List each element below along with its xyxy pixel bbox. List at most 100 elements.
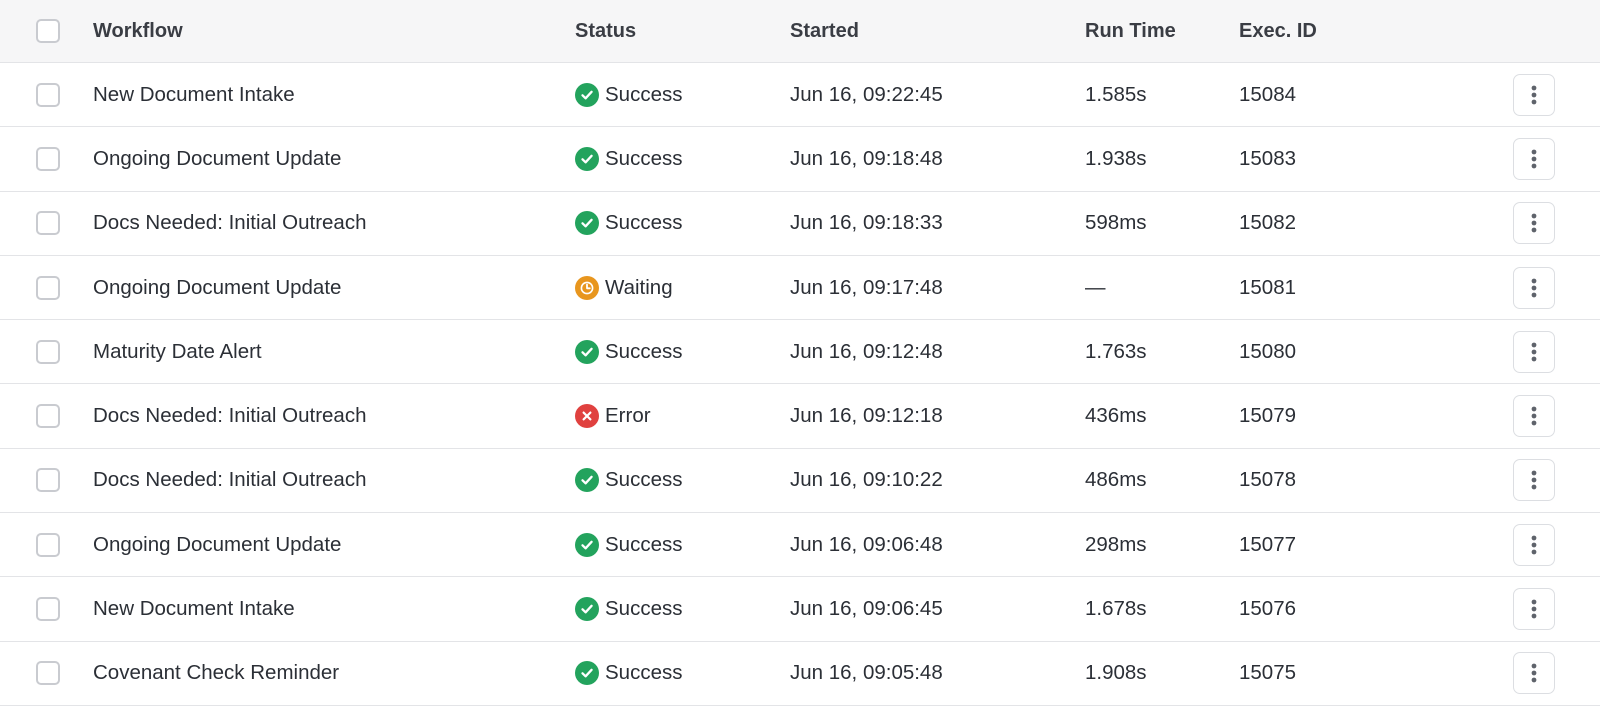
row-checkbox[interactable] (36, 597, 60, 622)
more-vertical-icon (1531, 149, 1537, 169)
table-row[interactable]: Ongoing Document Update Waiting Jun 16, … (0, 256, 1600, 321)
started-time: Jun 16, 09:05:48 (790, 661, 943, 685)
status-cell: Success (575, 513, 682, 576)
table-row[interactable]: New Document Intake Success Jun 16, 09:0… (0, 577, 1600, 642)
column-header-run-time[interactable]: Run Time (1085, 0, 1176, 62)
workflow-name[interactable]: Ongoing Document Update (93, 513, 341, 576)
row-checkbox-cell (36, 63, 60, 126)
status-cell: Success (575, 642, 682, 705)
check-circle-icon (575, 532, 599, 557)
status-cell: Success (575, 577, 682, 640)
workflow-name[interactable]: Ongoing Document Update (93, 127, 341, 190)
table-row[interactable]: Ongoing Document Update Success Jun 16, … (0, 513, 1600, 578)
row-checkbox-cell (36, 256, 60, 319)
row-checkbox-cell (36, 449, 60, 512)
header-checkbox-cell (36, 0, 60, 62)
row-checkbox[interactable] (36, 339, 60, 364)
row-actions-cell (1513, 192, 1555, 255)
x-circle-icon (575, 404, 599, 429)
row-checkbox[interactable] (36, 211, 60, 236)
row-actions-button[interactable] (1513, 395, 1555, 438)
workflow-name[interactable]: Docs Needed: Initial Outreach (93, 192, 366, 255)
workflow-name[interactable]: Maturity Date Alert (93, 320, 262, 383)
row-checkbox[interactable] (36, 82, 60, 107)
exec-id: 15076 (1239, 597, 1297, 621)
started-time: Jun 16, 09:06:45 (790, 597, 943, 621)
table-row[interactable]: Maturity Date Alert Success Jun 16, 09:1… (0, 320, 1600, 385)
started-time: Jun 16, 09:18:33 (790, 211, 943, 235)
workflow-name[interactable]: New Document Intake (93, 63, 295, 126)
workflow-name[interactable]: Covenant Check Reminder (93, 642, 339, 705)
more-vertical-icon (1531, 535, 1537, 555)
row-actions-cell (1513, 63, 1555, 126)
status-cell: Waiting (575, 256, 673, 319)
row-checkbox[interactable] (36, 661, 60, 686)
row-actions-button[interactable] (1513, 137, 1555, 180)
select-all-checkbox[interactable] (36, 19, 60, 43)
more-vertical-icon (1531, 342, 1537, 362)
status-label: Success (605, 468, 683, 492)
run-time: 1.678s (1085, 597, 1147, 621)
row-actions-cell (1513, 256, 1555, 319)
exec-id: 15081 (1239, 275, 1297, 299)
row-checkbox[interactable] (36, 532, 60, 557)
column-header-exec-id[interactable]: Exec. ID (1239, 0, 1317, 62)
column-header-workflow[interactable]: Workflow (93, 0, 183, 62)
more-vertical-icon (1531, 599, 1537, 619)
row-actions-cell (1513, 577, 1555, 640)
table-row[interactable]: Docs Needed: Initial Outreach Error Jun … (0, 384, 1600, 449)
executions-table: Workflow Status Started Run Time Exec. I… (0, 0, 1600, 706)
exec-id: 15077 (1239, 532, 1297, 556)
exec-id: 15078 (1239, 468, 1297, 492)
row-actions-cell (1513, 449, 1555, 512)
row-checkbox[interactable] (36, 468, 60, 493)
row-checkbox[interactable] (36, 404, 60, 429)
check-circle-icon (575, 339, 599, 364)
check-circle-icon (575, 82, 599, 107)
status-cell: Success (575, 320, 682, 383)
workflow-name[interactable]: Ongoing Document Update (93, 256, 341, 319)
row-actions-button[interactable] (1513, 266, 1555, 309)
status-cell: Success (575, 192, 682, 255)
workflow-name[interactable]: Docs Needed: Initial Outreach (93, 384, 366, 447)
exec-id: 15082 (1239, 211, 1297, 235)
column-header-status[interactable]: Status (575, 0, 636, 62)
run-time: 598ms (1085, 211, 1147, 235)
run-time: 298ms (1085, 532, 1147, 556)
more-vertical-icon (1531, 213, 1537, 233)
row-checkbox[interactable] (36, 275, 60, 300)
row-actions-button[interactable] (1513, 588, 1555, 631)
row-checkbox-cell (36, 384, 60, 447)
exec-id: 15080 (1239, 339, 1297, 363)
row-actions-button[interactable] (1513, 330, 1555, 373)
column-header-started[interactable]: Started (790, 0, 859, 62)
run-time: 1.938s (1085, 146, 1147, 170)
run-time: 1.908s (1085, 661, 1147, 685)
row-actions-button[interactable] (1513, 459, 1555, 502)
clock-icon (575, 275, 599, 300)
row-checkbox-cell (36, 642, 60, 705)
started-time: Jun 16, 09:10:22 (790, 468, 943, 492)
check-circle-icon (575, 597, 599, 622)
more-vertical-icon (1531, 278, 1537, 297)
row-actions-button[interactable] (1513, 73, 1555, 116)
row-checkbox[interactable] (36, 146, 60, 171)
status-label: Success (605, 661, 683, 685)
row-actions-button[interactable] (1513, 202, 1555, 245)
workflow-name[interactable]: New Document Intake (93, 577, 295, 640)
row-actions-cell (1513, 384, 1555, 447)
run-time: 1.763s (1085, 339, 1147, 363)
status-cell: Error (575, 384, 651, 447)
exec-id: 15084 (1239, 82, 1297, 106)
table-row[interactable]: Covenant Check Reminder Success Jun 16, … (0, 642, 1600, 706)
row-actions-button[interactable] (1513, 652, 1555, 695)
table-row[interactable]: Ongoing Document Update Success Jun 16, … (0, 127, 1600, 192)
run-time: 1.585s (1085, 82, 1147, 106)
table-row[interactable]: New Document Intake Success Jun 16, 09:2… (0, 63, 1600, 128)
status-label: Success (605, 211, 683, 235)
status-label: Success (605, 532, 683, 556)
workflow-name[interactable]: Docs Needed: Initial Outreach (93, 449, 366, 512)
table-row[interactable]: Docs Needed: Initial Outreach Success Ju… (0, 192, 1600, 256)
row-actions-button[interactable] (1513, 523, 1555, 566)
table-row[interactable]: Docs Needed: Initial Outreach Success Ju… (0, 449, 1600, 514)
